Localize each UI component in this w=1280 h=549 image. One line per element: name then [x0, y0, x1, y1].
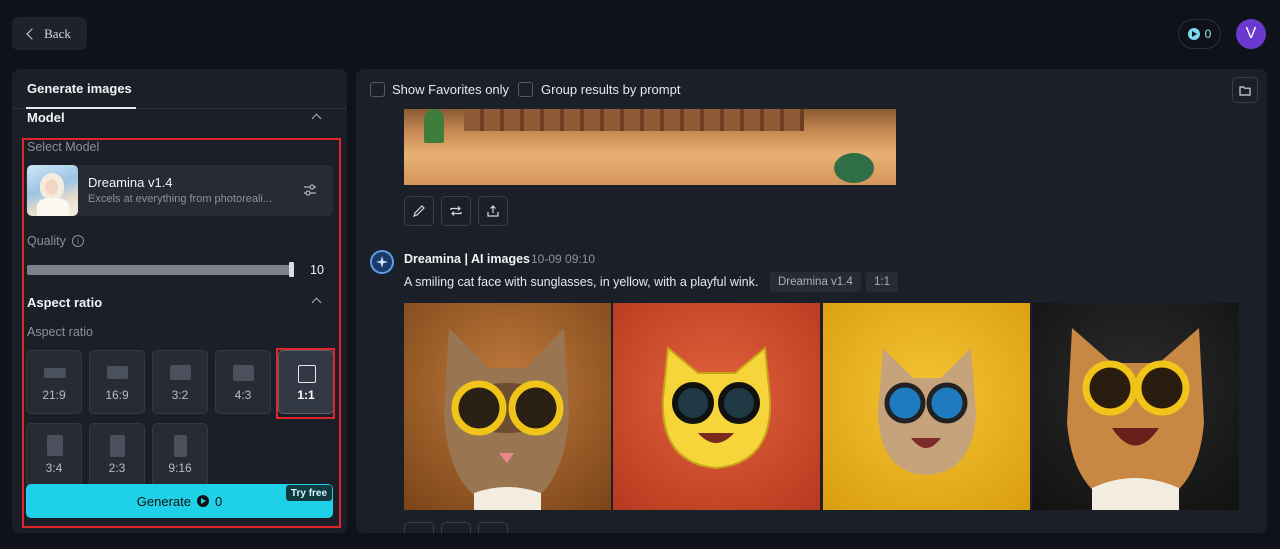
ratio-3-2[interactable]: 3:2: [152, 350, 208, 414]
model-section-heading[interactable]: Model: [27, 110, 65, 125]
generated-image-1[interactable]: [404, 303, 611, 510]
ratio-16-9[interactable]: 16:9: [89, 350, 145, 414]
model-tag: Dreamina v1.4: [770, 272, 861, 292]
ratio-3-4[interactable]: 3:4: [26, 423, 82, 487]
chevron-up-icon[interactable]: [311, 297, 322, 308]
quality-value: 10: [310, 263, 324, 277]
ratio-label: 3:2: [171, 388, 189, 402]
generated-image-3[interactable]: [823, 303, 1030, 510]
ratio-9-16[interactable]: 9:16: [152, 423, 208, 487]
share-button[interactable]: [478, 196, 508, 226]
edit-button[interactable]: [404, 196, 434, 226]
aspect-ratio-label: Aspect ratio: [27, 325, 94, 339]
timestamp: 10-09 09:10: [531, 252, 596, 266]
group-label[interactable]: Group results by prompt: [541, 82, 680, 97]
generate-cost: 0: [214, 493, 223, 509]
model-name: Dreamina v1.4: [88, 175, 173, 190]
ratio-label: 4:3: [234, 388, 252, 402]
credits-badge[interactable]: 0: [1178, 19, 1221, 49]
ratio-1-1[interactable]: 1:1: [278, 350, 334, 414]
upload-icon: [487, 205, 499, 217]
author-name: Dreamina | AI images: [404, 252, 531, 266]
ratio-21-9[interactable]: 21:9: [26, 350, 82, 414]
aspect-section-heading[interactable]: Aspect ratio: [27, 295, 102, 310]
ratio-tag: 1:1: [866, 272, 898, 292]
credit-icon: [1187, 28, 1200, 40]
quality-slider[interactable]: [27, 265, 293, 275]
prompt-text: A smiling cat face with sunglasses, in y…: [404, 275, 759, 289]
share-button[interactable]: [478, 522, 508, 533]
favorites-checkbox[interactable]: [370, 82, 385, 97]
generated-image-4[interactable]: [1032, 303, 1239, 510]
select-model-label: Select Model: [27, 140, 100, 154]
generated-image-2[interactable]: [613, 303, 820, 510]
folder-button[interactable]: [1232, 77, 1258, 103]
info-icon[interactable]: i: [72, 235, 84, 247]
regenerate-button[interactable]: [441, 522, 471, 533]
quality-slider-handle[interactable]: [289, 262, 294, 277]
model-thumbnail: [27, 165, 78, 216]
credits-count: 0: [1204, 27, 1212, 41]
ratio-label: 21:9: [42, 388, 66, 402]
favorites-label[interactable]: Show Favorites only: [392, 82, 509, 97]
avatar[interactable]: V: [1236, 19, 1266, 49]
edit-button[interactable]: [404, 522, 434, 533]
folder-icon: [1239, 85, 1251, 96]
back-button[interactable]: Back: [12, 17, 87, 50]
generated-image-desert[interactable]: [404, 109, 896, 185]
regenerate-button[interactable]: [441, 196, 471, 226]
sliders-icon[interactable]: [302, 182, 318, 198]
ratio-4-3[interactable]: 4:3: [215, 350, 271, 414]
back-label: Back: [44, 25, 71, 41]
chevron-up-icon[interactable]: [311, 113, 322, 124]
generate-panel: Generate images Model Select Model Dream…: [12, 69, 347, 533]
ratio-label: 9:16: [168, 461, 192, 475]
top-bar: Back 0 V: [0, 0, 1280, 68]
generate-label: Generate: [136, 493, 191, 509]
credit-icon: [196, 495, 209, 507]
ratio-label: 3:4: [45, 461, 63, 475]
panel-tabs: Generate images: [12, 69, 347, 109]
dreamina-logo-icon: [370, 250, 394, 274]
ratio-label: 2:3: [108, 461, 126, 475]
model-description: Excels at everything from photoreali...: [88, 193, 273, 205]
model-selector[interactable]: Dreamina v1.4 Excels at everything from …: [26, 165, 333, 216]
ratio-label: 16:9: [105, 388, 129, 402]
repeat-icon: [450, 206, 462, 216]
try-free-badge: Try free: [286, 485, 332, 501]
ratio-label: 1:1: [297, 388, 315, 402]
tab-underline: [26, 107, 136, 109]
ratio-2-3[interactable]: 2:3: [89, 423, 145, 487]
pencil-icon: [413, 205, 425, 217]
results-panel: Show Favorites only Group results by pro…: [356, 69, 1267, 533]
tab-generate-images[interactable]: Generate images: [27, 81, 132, 96]
chevron-left-icon: [26, 27, 38, 40]
quality-label: Quality: [27, 234, 66, 248]
group-checkbox[interactable]: [518, 82, 533, 97]
